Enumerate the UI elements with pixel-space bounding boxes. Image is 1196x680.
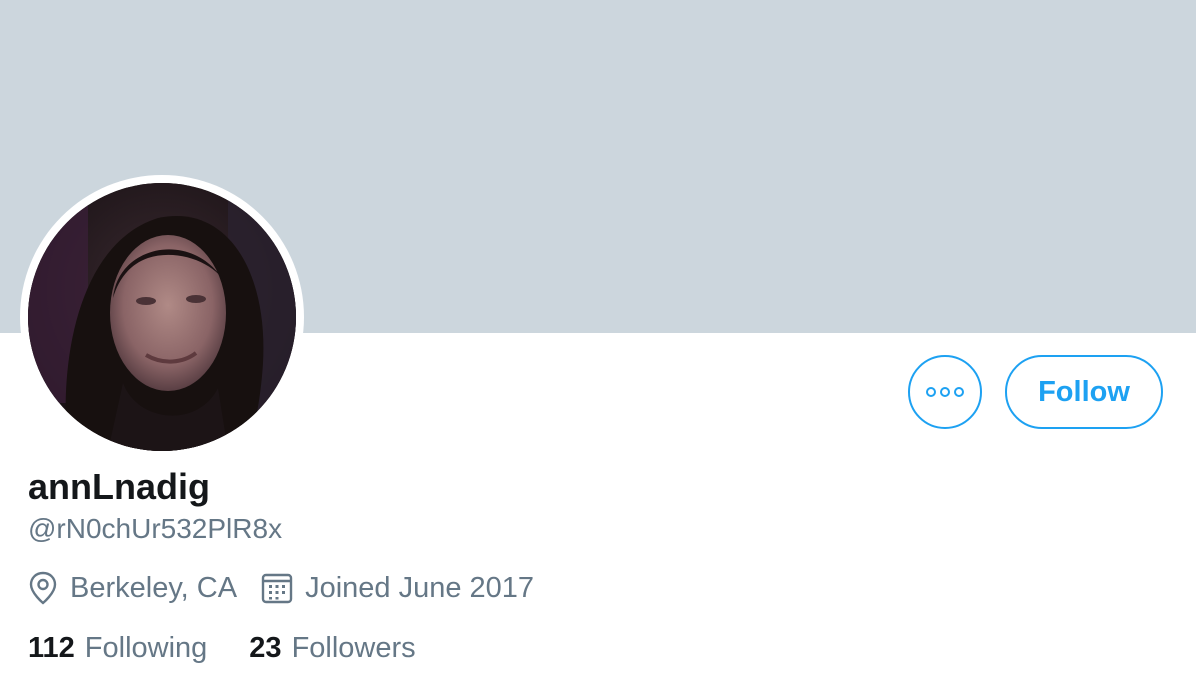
avatar[interactable] (28, 183, 296, 451)
profile-stats: 112 Following 23 Followers (28, 628, 458, 668)
ellipsis-icon (926, 387, 964, 397)
profile-meta: Berkeley, CA Joined June 2017 (28, 568, 558, 608)
following-count: 112 (28, 631, 75, 664)
more-options-button[interactable] (908, 355, 982, 429)
following-link[interactable]: 112 Following (28, 632, 207, 665)
followers-label: Followers (291, 631, 416, 664)
joined-item: Joined June 2017 (261, 572, 534, 605)
followers-count: 23 (249, 631, 282, 664)
joined-text: Joined June 2017 (305, 571, 535, 604)
display-name: annLnadig (28, 466, 210, 507)
following-label: Following (84, 631, 208, 664)
location-item: Berkeley, CA (28, 571, 237, 605)
user-handle: @rN0chUr532PlR8x (28, 513, 283, 544)
location-text: Berkeley, CA (70, 571, 238, 604)
calendar-icon (261, 573, 293, 604)
profile-page: Follow annLnadig @rN0chUr532PlR8x Berkel… (0, 0, 1196, 680)
location-pin-icon (29, 571, 57, 605)
follow-button[interactable]: Follow (1005, 355, 1163, 429)
followers-link[interactable]: 23 Followers (249, 632, 415, 665)
avatar-photo (28, 183, 296, 451)
